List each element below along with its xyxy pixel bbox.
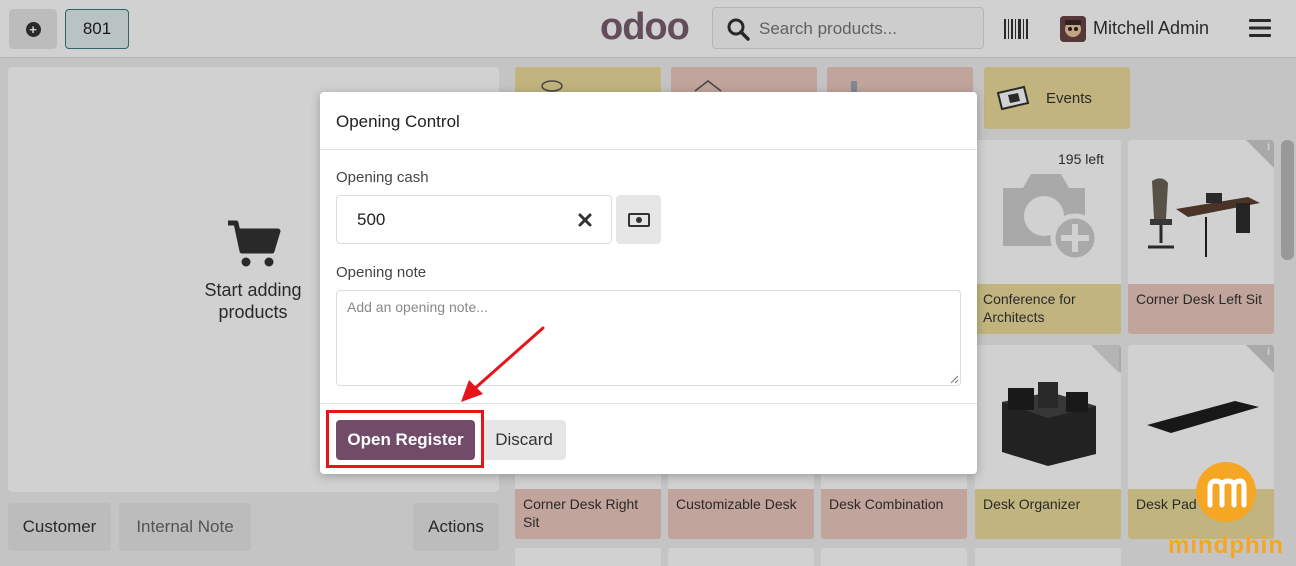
annotation-arrow-icon: [461, 326, 545, 402]
opening-note-textarea[interactable]: [336, 290, 961, 386]
clear-x-icon[interactable]: [577, 212, 593, 228]
opening-note-label: Opening note: [336, 264, 427, 281]
dialog-title: Opening Control: [336, 112, 460, 131]
dialog-header-divider: [320, 149, 977, 150]
discard-button[interactable]: Discard: [482, 420, 566, 460]
cash-details-button[interactable]: [616, 195, 661, 244]
resize-grip-icon[interactable]: [949, 374, 959, 384]
opening-cash-label: Opening cash: [336, 169, 429, 186]
opening-cash-field[interactable]: [336, 195, 612, 244]
opening-cash-input[interactable]: [357, 208, 557, 232]
dialog-footer-divider: [320, 403, 977, 404]
money-bill-icon: [627, 212, 650, 227]
annotation-highlight-box: [326, 410, 484, 468]
mindphin-logo-icon: [1196, 462, 1256, 522]
watermark-text: mindphin: [1168, 532, 1284, 559]
